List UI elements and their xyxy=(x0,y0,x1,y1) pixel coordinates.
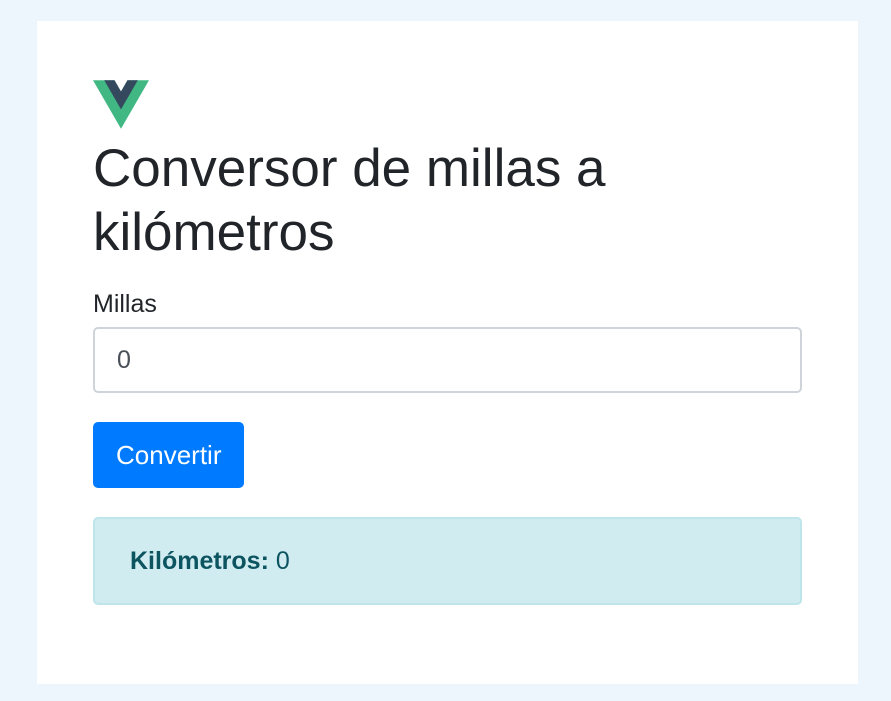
result-alert: Kilómetros: 0 xyxy=(93,517,802,605)
result-value: 0 xyxy=(275,547,290,575)
page-title: Conversor de millas a kilómetros xyxy=(93,139,606,262)
main-card: Conversor de millas a kilómetros Millas … xyxy=(37,21,858,684)
convert-button[interactable]: Convertir xyxy=(93,422,245,488)
miles-label: Millas xyxy=(93,290,157,318)
vue-logo-icon xyxy=(93,80,149,129)
result-label: Kilómetros: xyxy=(130,547,269,575)
miles-input[interactable] xyxy=(93,327,802,393)
converter-content: Conversor de millas a kilómetros Millas … xyxy=(93,80,802,605)
